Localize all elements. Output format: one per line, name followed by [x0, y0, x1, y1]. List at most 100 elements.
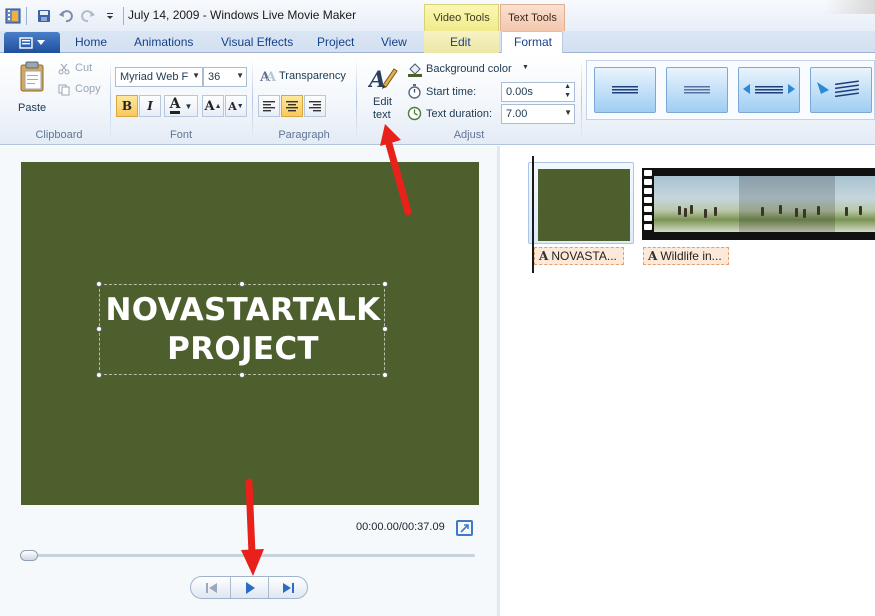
font-color-label: A — [169, 96, 181, 114]
annotation-arrow-play — [241, 478, 264, 576]
transparency-icon: AA — [260, 70, 276, 83]
fullscreen-preview-button[interactable] — [456, 520, 473, 536]
play-button[interactable] — [231, 577, 268, 598]
grow-font-caret-icon: ▲ — [214, 102, 222, 110]
spin-buttons-icon[interactable]: ▲ ▼ — [564, 83, 571, 100]
caption-line-2: PROJECT — [167, 331, 319, 367]
effect-tile-fly-in[interactable] — [810, 67, 872, 113]
ribbon-tab-row: Home Animations Visual Effects Project V… — [0, 31, 875, 54]
italic-button[interactable]: I — [139, 95, 161, 117]
copy-button[interactable]: Copy — [58, 83, 104, 99]
edit-text-button[interactable]: A Edit text — [364, 61, 402, 123]
font-color-button[interactable]: A ▼ — [164, 95, 198, 117]
play-icon — [245, 581, 255, 594]
horizontal-lines-icon — [612, 86, 638, 94]
cut-button[interactable]: Cut — [58, 62, 98, 78]
chevron-down-icon: ▼ — [184, 101, 193, 111]
storyboard-item-video[interactable] — [642, 168, 875, 240]
text-caption-icon: A — [539, 249, 549, 263]
edit-text-icon: A — [368, 67, 398, 93]
resize-handle[interactable] — [96, 281, 102, 287]
tab-visual-effects[interactable]: Visual Effects — [221, 35, 293, 49]
duration-icon — [407, 106, 422, 121]
resize-handle[interactable] — [239, 372, 245, 378]
paint-bucket-icon — [408, 63, 422, 77]
fly-in-arrow-icon — [817, 80, 859, 98]
undo-icon[interactable] — [57, 7, 75, 25]
tab-format[interactable]: Format — [514, 35, 552, 49]
transparency-button[interactable]: AA Transparency — [260, 69, 352, 85]
clipboard-group-label: Clipboard — [35, 129, 83, 141]
caption-chip-video[interactable]: A Wildlife in... — [643, 247, 729, 265]
customize-qat-dropdown-icon[interactable] — [101, 7, 119, 25]
video-frame-thumbnail — [739, 176, 835, 232]
resize-handle[interactable] — [382, 372, 388, 378]
redo-icon[interactable] — [79, 7, 97, 25]
storyboard-item-title[interactable] — [528, 162, 634, 244]
grow-font-label: A — [204, 98, 215, 114]
grow-font-button[interactable]: A ▲ — [202, 95, 224, 117]
next-frame-button[interactable] — [269, 577, 308, 598]
stopwatch-icon — [408, 84, 421, 99]
font-group-label: Font — [169, 129, 192, 141]
paste-button[interactable]: Paste — [12, 59, 52, 117]
effect-tile-lines-faded[interactable] — [666, 67, 728, 113]
seek-bar-thumb[interactable] — [20, 550, 38, 561]
edit-text-label-line1: Edit — [373, 96, 392, 108]
background-color-label: Background color — [426, 63, 512, 75]
align-right-button[interactable] — [304, 95, 326, 117]
group-separator — [581, 59, 582, 141]
caption-text-box[interactable]: NOVASTARTALK PROJECT — [96, 281, 388, 378]
previous-frame-button[interactable] — [191, 577, 230, 598]
caption-chip-label: Wildlife in... — [660, 249, 722, 263]
align-center-icon — [286, 101, 298, 112]
tab-view[interactable]: View — [381, 35, 407, 49]
qat-separator — [123, 6, 124, 25]
application-menu-button[interactable] — [4, 32, 60, 53]
effect-tile-scroll-horizontal[interactable] — [738, 67, 800, 113]
group-separator — [110, 59, 111, 141]
font-size-value: 36 — [208, 71, 221, 83]
font-family-value: Myriad Web F — [120, 71, 189, 83]
scissors-icon — [58, 63, 70, 75]
save-icon[interactable] — [35, 7, 53, 25]
background-color-button[interactable]: Background color ▼ — [407, 61, 537, 77]
start-time-row: Start time: 0.00s ▲ ▼ — [407, 82, 577, 102]
video-frame-thumbnail — [835, 176, 875, 232]
tab-project[interactable]: Project — [317, 35, 354, 49]
text-duration-value: 7.00 — [506, 108, 528, 120]
text-effects-gallery — [586, 60, 875, 120]
align-left-button[interactable] — [258, 95, 280, 117]
text-caption-icon: A — [648, 249, 658, 263]
bold-button[interactable]: B — [116, 95, 138, 117]
tab-home[interactable]: Home — [75, 35, 107, 49]
group-separator — [252, 59, 253, 141]
caption-text: NOVASTARTALK PROJECT — [100, 291, 386, 369]
next-frame-icon — [282, 582, 294, 593]
resize-handle[interactable] — [96, 372, 102, 378]
caption-chip-label: NOVASTA... — [551, 249, 617, 263]
title-clip-thumbnail — [538, 169, 630, 241]
shrink-font-label: A — [228, 99, 237, 113]
tab-edit[interactable]: Edit — [450, 35, 471, 49]
start-time-input[interactable]: 0.00s ▲ ▼ — [501, 82, 575, 102]
font-size-combo[interactable]: 36 ▼ — [203, 67, 247, 87]
resize-handle[interactable] — [239, 281, 245, 287]
tab-animations[interactable]: Animations — [134, 35, 193, 49]
resize-handle[interactable] — [382, 281, 388, 287]
effect-tile-lines-centered[interactable] — [594, 67, 656, 113]
double-arrow-icon — [743, 84, 795, 94]
text-duration-combo[interactable]: 7.00 ▼ — [501, 104, 575, 124]
video-frame-thumbnail — [654, 176, 739, 232]
movie-maker-app-icon[interactable] — [4, 7, 22, 25]
quick-access-toolbar — [0, 0, 128, 31]
ribbon: Paste Cut Copy Clipboard Myriad Web F ▼ … — [0, 53, 875, 145]
chevron-down-icon: ▼ — [236, 71, 244, 80]
paste-icon — [20, 61, 44, 92]
align-center-button[interactable] — [281, 95, 303, 117]
font-family-combo[interactable]: Myriad Web F ▼ — [115, 67, 203, 87]
chevron-down-icon: ▼ — [564, 108, 572, 117]
application-menu-icon — [19, 36, 33, 49]
shrink-font-button[interactable]: A ▼ — [225, 95, 247, 117]
caption-chip-title[interactable]: A NOVASTA... — [534, 247, 624, 265]
